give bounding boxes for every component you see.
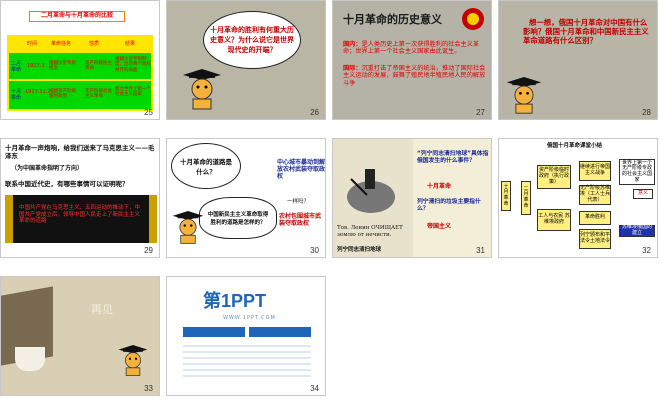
scroll-text: 中国共产党在马克思主义、五四运动的推动下，中国共产党成立后，领导中国人民走上了新… bbox=[19, 205, 141, 225]
slide-number: 26 bbox=[310, 108, 319, 117]
question-bubble: 十月革命的道路是什么？ bbox=[171, 143, 241, 189]
scroll-banner: 中国共产党在马克思主义、五四运动的推动下，中国共产党成立后，领导中国人民走上了新… bbox=[5, 195, 157, 243]
answer-china: 农村包围城市武装夺取政权 bbox=[279, 213, 322, 228]
point-label: 国际： bbox=[343, 65, 362, 72]
slide-number: 30 bbox=[310, 246, 319, 255]
slide-thumbnail-31[interactable]: Тов. Ленин ОЧИЩАЕТ землю от нечисти. 列宁同… bbox=[332, 138, 492, 258]
scholar-cartoon-icon bbox=[506, 77, 542, 114]
flow-box-3: 无产阶级苏维埃（工人士兵代表） bbox=[579, 185, 611, 205]
slide-number: 31 bbox=[476, 246, 485, 255]
flow-box-5: 工人与农民 苏维埃政府 bbox=[537, 209, 571, 231]
slide-thumbnail-34[interactable]: 第1PPT WWW.1PPT.COM 34 bbox=[166, 276, 326, 396]
slide-thumbnail-25[interactable]: 二月革命与十月革命的比较 时间 革命任务 性质 结果 二月革命 1917.3 推… bbox=[0, 0, 160, 120]
soviet-flag-icon bbox=[462, 8, 484, 30]
quote-note: （为中国革命指明了方向） bbox=[11, 165, 84, 172]
brand-url: WWW.1PPT.COM bbox=[223, 315, 276, 321]
flow-box-4: 革命胜利 bbox=[579, 211, 611, 225]
row-nature: 资产阶级民主革命 bbox=[85, 61, 112, 72]
scholar-cartoon-icon bbox=[118, 345, 148, 376]
row-time: 1917.3 bbox=[27, 63, 45, 69]
info-panel-left bbox=[183, 327, 245, 337]
row-task: 推翻沙皇专制统治 bbox=[49, 61, 76, 72]
slide-thumbnail-32[interactable]: 俄国十月革命课堂小结 二月革命 十月革命 资产阶级临时政府（执行政策） 继续进行… bbox=[498, 138, 658, 258]
point-label: 国内： bbox=[343, 41, 362, 48]
point-domestic: 国内：是人类历史上第一次获得胜利的社会主义革命；世界上第一个社会主义国家由此诞生… bbox=[343, 41, 487, 56]
slide-thumbnail-28[interactable]: 想一想，俄国十月革命对中国有什么影响？俄国十月革命和中国新民主主义革命道路有什么… bbox=[498, 0, 658, 120]
point-international: 国际：沉重打击了帝国主义的统治，推动了国际社会主义运动的发展，鼓舞了殖民地半殖民… bbox=[343, 65, 487, 87]
question-1: “列宁同志清扫地球”具体指俄国发生的什么事件？ bbox=[417, 151, 489, 164]
slide-number: 29 bbox=[144, 246, 153, 255]
slide-number: 33 bbox=[144, 384, 153, 393]
slide-title: 十月革命的历史意义 bbox=[343, 13, 442, 26]
slide-thumbnail-33[interactable]: 再见 33 bbox=[0, 276, 160, 396]
slide-thumbnail-27[interactable]: 十月革命的历史意义 国内：是人类历史上第一次获得胜利的社会主义革命；世界上第一个… bbox=[332, 0, 492, 120]
flow-box-8: 意义 bbox=[633, 189, 653, 199]
row-task: 推翻资产阶级临时政府 bbox=[49, 89, 76, 100]
question-bubble: 十月革命的胜利有何重大历史意义？为什么说它是世界现代史的开端？ bbox=[203, 11, 301, 69]
flow-box-7: 世界上第一个无产阶级专政的社会主义国家 bbox=[619, 159, 655, 185]
slide-thumbnail-26[interactable]: 十月革命的胜利有何重大历史意义？为什么说它是世界现代史的开端？ 26 bbox=[166, 0, 326, 120]
scholar-cartoon-icon bbox=[172, 211, 204, 244]
flow-box-extra: 苏维埃俄国的建立 bbox=[619, 224, 655, 237]
poster-caption: 列宁同志清扫地球 bbox=[337, 247, 382, 253]
discussion-text: 想一想，俄国十月革命对中国有什么影响？俄国十月革命和中国新民主主义革命道路有什么… bbox=[523, 18, 649, 45]
row-result: 推翻沙皇专制制度，出现两个政权并存的局面 bbox=[115, 57, 151, 73]
slide-number: 34 bbox=[310, 384, 319, 393]
point-text: 沉重打击了帝国主义的统治，推动了国际社会主义运动的发展，鼓舞了殖民地半殖民地人民… bbox=[343, 65, 486, 87]
box-feb: 二月革命 bbox=[521, 181, 531, 215]
slide-number: 28 bbox=[642, 108, 651, 117]
slide-number: 27 bbox=[476, 108, 485, 117]
slide-number: 25 bbox=[144, 108, 153, 117]
box-oct: 十月革命 bbox=[501, 181, 511, 211]
slide-thumbnail-30[interactable]: 十月革命的道路是什么？ 中国新民主主义革命取得胜利的道路是怎样的？ 中心城市暴动… bbox=[166, 138, 326, 258]
question-text: 联系中国近代史，有哪些事情可以证明呢？ bbox=[5, 180, 129, 188]
quote-text: 十月革命一声炮响，给我们送来了马克思主义——毛泽东 bbox=[5, 144, 155, 160]
question-bubble-2: 中国新民主主义革命取得胜利的道路是怎样的？ bbox=[199, 197, 277, 239]
row-label: 十月革命 bbox=[11, 89, 22, 101]
flow-box-2: 继续进行帝国主义战争 bbox=[579, 161, 611, 181]
point-text: 是人类历史上第一次获得胜利的社会主义革命；世界上第一个社会主义国家由此诞生。 bbox=[343, 41, 480, 56]
table-header: 时间 bbox=[27, 41, 38, 47]
hint-text: 一样吗？ bbox=[287, 199, 310, 205]
goodbye-text: 再见 bbox=[91, 303, 113, 316]
row-nature: 无产阶级社会主义革命 bbox=[85, 89, 112, 100]
question-2: 列宁清扫的垃圾主要指什么？ bbox=[417, 199, 481, 212]
row-time: 1917.11.7 bbox=[25, 89, 51, 95]
coffee-cup-image bbox=[15, 347, 45, 371]
slide-title: 二月革命与十月革命的比较 bbox=[29, 11, 125, 22]
info-panel-right bbox=[249, 327, 311, 337]
table-header: 性质 bbox=[89, 41, 100, 47]
table-header: 革命任务 bbox=[51, 41, 72, 47]
table-row: 十月革命 1917.11.7 推翻资产阶级临时政府 无产阶级社会主义革命 建立世… bbox=[9, 81, 151, 109]
lenin-poster-image: Тов. Ленин ОЧИЩАЕТ землю от нечисти. 列宁同… bbox=[333, 139, 413, 257]
table-header: 结果 bbox=[125, 41, 136, 47]
flow-box-6: 列宁颁布和平法令土地法令 bbox=[579, 229, 611, 249]
scholar-cartoon-icon bbox=[183, 69, 221, 110]
slide-title: 俄国十月革命课堂小结 bbox=[547, 143, 603, 149]
table-row: 二月革命 1917.3 推翻沙皇专制统治 资产阶级民主革命 推翻沙皇专制制度，出… bbox=[9, 53, 151, 79]
flow-box-1: 资产阶级临时政府（执行政策） bbox=[537, 165, 571, 189]
row-label: 二月革命 bbox=[11, 61, 22, 73]
slide-number: 32 bbox=[642, 246, 651, 255]
comparison-table: 时间 革命任务 性质 结果 二月革命 1917.3 推翻沙皇专制统治 资产阶级民… bbox=[7, 35, 153, 111]
slide-thumbnail-29[interactable]: 十月革命一声炮响，给我们送来了马克思主义——毛泽东 （为中国革命指明了方向） 联… bbox=[0, 138, 160, 258]
poster-russian-caption: Тов. Ленин ОЧИЩАЕТ землю от нечисти. bbox=[337, 225, 403, 238]
answer-1: 十月革命 bbox=[427, 183, 452, 190]
answer-2: 帝国主义 bbox=[427, 223, 452, 230]
row-result: 建立世界上第一个社会主义国家 bbox=[115, 87, 151, 98]
answer-october: 中心城市暴动到解放农村武装夺取政权 bbox=[277, 159, 326, 181]
info-lines bbox=[183, 341, 311, 381]
brand-logo: 第1PPT bbox=[203, 291, 267, 311]
globe-icon bbox=[347, 169, 395, 213]
